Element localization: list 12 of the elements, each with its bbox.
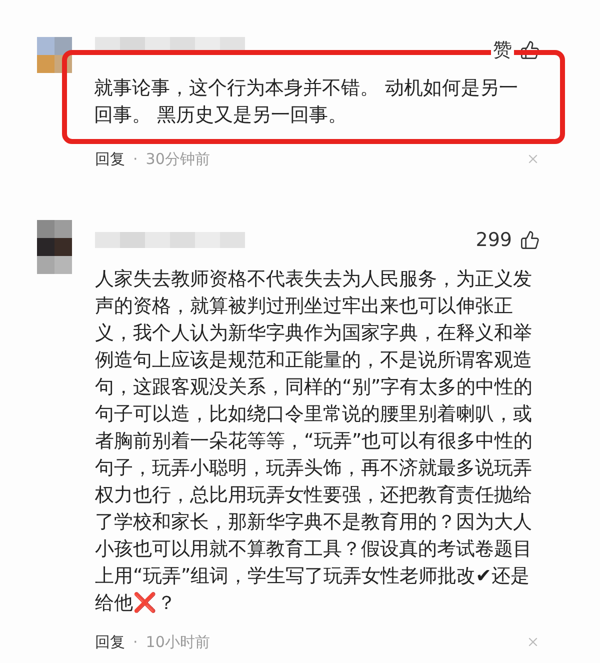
comment-text: 人家失去教师资格不代表失去为人民服务，为正义发声的资格，就算被判过刑坐过牢出来也可以伸张正义，我个人认为新华字典作为国家字典，在释义和举例造句上应该是规范和正能量的，不是说所谓客观造句，这跟客观没关系，同样的“别”字有太多的中性的句子可以造，比如绕口令里常说的腰里别着喇叭，或者胸前别着一朵花等等，“玩弄”也可以有很多中性的句子，玩弄小聪明，玩弄头饰，再不济就最多说玩弄权力也行，总比用玩弄女性要强，还把教育责任抛给了学校和家长，那新华字典不是教育用的？因为大人小孩也可以用就不算教育工具？假设真的考试卷题目上用“玩弄”组词，学生写了玩弄女性老师批改✔还是给他❌？ — [95, 267, 534, 616]
reply-link[interactable]: 回复 — [95, 150, 125, 168]
thumbs-up-icon[interactable] — [520, 40, 540, 60]
avatar — [37, 220, 72, 274]
thumbs-up-icon[interactable] — [520, 230, 540, 250]
timestamp: 30分钟前 — [146, 150, 210, 168]
separator: · — [133, 150, 138, 168]
timestamp: 10小时前 — [146, 632, 210, 652]
comment-text: 就事论事，这个行为本身并不错。 动机如何是另一回事。 黑历史又是另一回事。 — [94, 76, 520, 128]
reply-link[interactable]: 回复 — [95, 632, 125, 652]
avatar — [37, 37, 72, 73]
separator: · — [133, 633, 138, 651]
